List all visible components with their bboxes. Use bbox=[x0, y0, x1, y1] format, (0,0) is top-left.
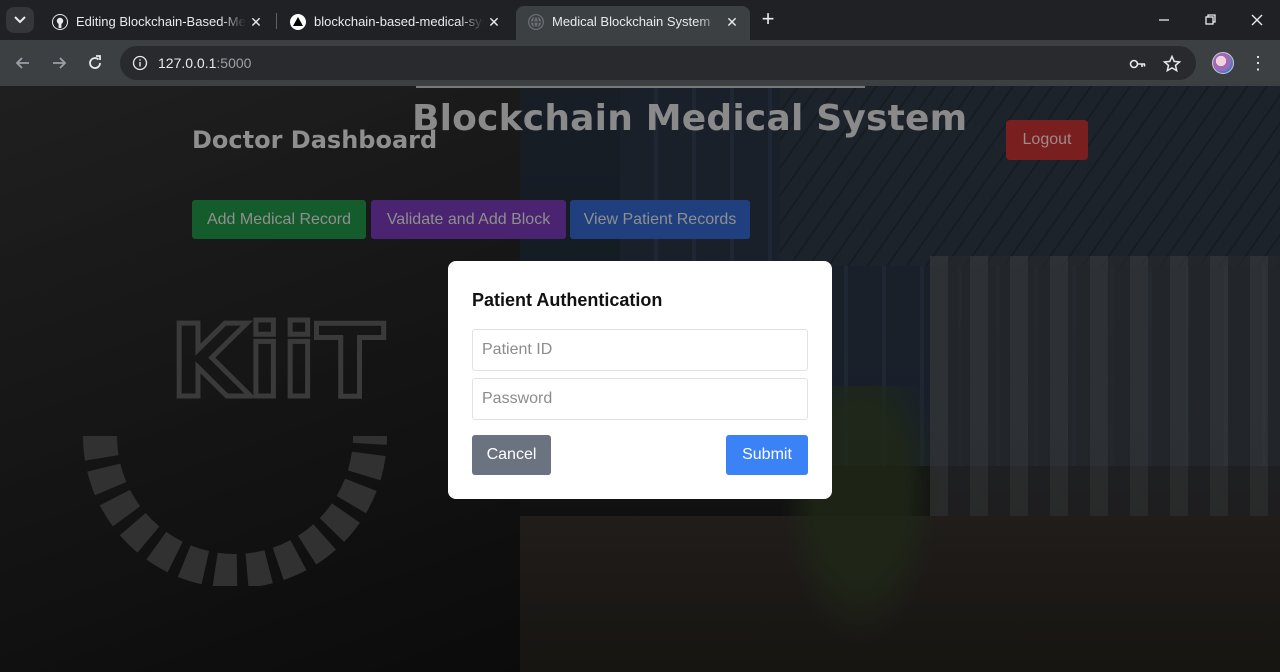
app-title: Blockchain Medical System bbox=[412, 98, 968, 139]
more-vert-icon: ⋮ bbox=[1249, 53, 1267, 73]
forward-button[interactable] bbox=[48, 52, 70, 74]
tab-search-button[interactable] bbox=[6, 7, 34, 33]
tab-github-editor[interactable]: Editing Blockchain-Based-Medi ✕ bbox=[40, 6, 274, 40]
view-patient-records-button[interactable]: View Patient Records bbox=[570, 200, 750, 239]
browser-toolbar: 127.0.0.1:5000 ⋮ bbox=[0, 40, 1280, 86]
cancel-button[interactable]: Cancel bbox=[472, 435, 551, 475]
close-icon[interactable]: ✕ bbox=[722, 12, 742, 32]
minimize-icon bbox=[1159, 19, 1169, 21]
new-tab-button[interactable]: + bbox=[756, 8, 780, 32]
tab-title: Editing Blockchain-Based-Medi bbox=[76, 14, 246, 29]
validate-add-block-button[interactable]: Validate and Add Block bbox=[371, 200, 566, 239]
restore-icon bbox=[1205, 14, 1216, 25]
profile-avatar[interactable] bbox=[1212, 52, 1234, 74]
dashboard-title: Doctor Dashboard bbox=[192, 126, 438, 154]
info-icon[interactable] bbox=[132, 55, 148, 71]
close-icon bbox=[1251, 14, 1263, 26]
submit-button[interactable]: Submit bbox=[726, 435, 808, 475]
globe-icon bbox=[528, 14, 544, 30]
github-icon bbox=[52, 14, 68, 30]
tab-separator bbox=[276, 13, 277, 29]
close-icon[interactable]: ✕ bbox=[484, 12, 504, 32]
chevron-down-icon bbox=[14, 16, 26, 24]
url-port: :5000 bbox=[216, 55, 252, 71]
minimize-button[interactable] bbox=[1152, 8, 1176, 32]
password-key-icon[interactable] bbox=[1128, 54, 1148, 74]
close-icon[interactable]: ✕ bbox=[246, 12, 266, 32]
url-text: 127.0.0.1:5000 bbox=[158, 55, 251, 71]
address-bar[interactable]: 127.0.0.1:5000 bbox=[120, 46, 1196, 80]
tab-title: blockchain-based-medical-syste bbox=[314, 14, 484, 29]
arrow-left-icon bbox=[15, 57, 29, 69]
browser-menu-button[interactable]: ⋮ bbox=[1248, 52, 1268, 74]
tab-vercel[interactable]: blockchain-based-medical-syste ✕ bbox=[278, 6, 512, 40]
add-medical-record-button[interactable]: Add Medical Record bbox=[192, 200, 366, 239]
url-host: 127.0.0.1 bbox=[158, 55, 217, 71]
reload-button[interactable] bbox=[84, 52, 106, 74]
modal-title: Patient Authentication bbox=[472, 290, 663, 310]
browser-tabstrip: Editing Blockchain-Based-Medi ✕ blockcha… bbox=[0, 0, 1280, 40]
reload-icon bbox=[89, 55, 101, 69]
close-window-button[interactable] bbox=[1245, 8, 1269, 32]
plus-icon: + bbox=[761, 6, 775, 31]
patient-id-input[interactable] bbox=[472, 329, 808, 371]
logout-button[interactable]: Logout bbox=[1006, 120, 1088, 160]
patient-auth-modal: Patient Authentication Cancel Submit bbox=[448, 261, 832, 499]
back-button[interactable] bbox=[12, 52, 34, 74]
page-viewport: KiiT Blockchain Medical System Doctor Da… bbox=[0, 86, 1280, 672]
tab-medical-blockchain[interactable]: Medical Blockchain System ✕ bbox=[516, 6, 750, 40]
title-rule bbox=[416, 86, 865, 88]
vercel-icon bbox=[290, 14, 306, 30]
restore-button[interactable] bbox=[1198, 8, 1222, 32]
arrow-right-icon bbox=[53, 57, 67, 69]
password-input[interactable] bbox=[472, 378, 808, 420]
star-icon[interactable] bbox=[1162, 54, 1182, 74]
tab-title: Medical Blockchain System bbox=[552, 14, 711, 29]
